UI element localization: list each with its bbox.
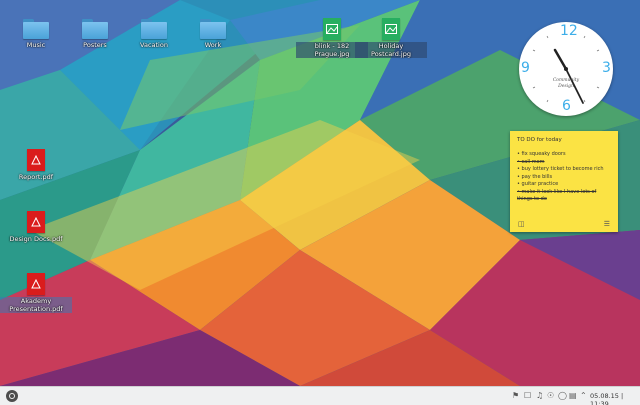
note-item: guitar practice bbox=[517, 181, 613, 189]
clock-hands bbox=[532, 35, 600, 104]
notifications-icon[interactable]: ⚑ bbox=[512, 391, 519, 401]
icon-label: Akademy Presentation.pdf bbox=[0, 297, 72, 313]
note-item: fix squeaky doors bbox=[517, 151, 613, 159]
pdf-file-icon bbox=[27, 273, 45, 295]
note-item: call mom bbox=[517, 159, 613, 167]
screen-icon[interactable]: ▤ bbox=[569, 391, 577, 401]
clipboard-icon[interactable]: ☐ bbox=[524, 391, 531, 401]
clock-brand: Community Design bbox=[552, 78, 580, 89]
pdf-file-icon bbox=[27, 149, 45, 171]
folder-icon bbox=[200, 19, 226, 39]
analog-clock-widget[interactable]: 12 3 6 9 Community Design bbox=[519, 22, 613, 116]
desktop: Music Posters Vacation Work blink - 182 … bbox=[0, 0, 640, 405]
digital-clock[interactable]: 05.08.15 | 11:39 bbox=[590, 392, 640, 405]
folder-icon bbox=[141, 19, 167, 39]
note-item: make it look like I have lots of things … bbox=[517, 189, 613, 204]
hour-hand bbox=[553, 48, 568, 71]
taskbar-panel: ⚑ ☐ ♫ ☉ ◯ ▤ ⌃ 05.08.15 | 11:39 bbox=[0, 386, 640, 405]
sticky-note-widget[interactable]: TO DO for today fix squeaky doors call m… bbox=[510, 131, 618, 232]
power-icon[interactable]: ◯ bbox=[558, 391, 567, 401]
folder-icon bbox=[82, 19, 108, 39]
image-file-icon bbox=[323, 18, 341, 40]
icon-label: Design Docs.pdf bbox=[9, 235, 63, 243]
icon-label: Report.pdf bbox=[18, 173, 54, 181]
icon-label: Work bbox=[204, 41, 222, 49]
application-launcher-icon[interactable] bbox=[6, 390, 18, 402]
tray-expand-icon[interactable]: ⌃ bbox=[580, 391, 587, 401]
image-file-icon bbox=[382, 18, 400, 40]
desktop-icon-design-docs-pdf[interactable]: Design Docs.pdf bbox=[0, 211, 72, 243]
note-item: pay the bills bbox=[517, 174, 613, 182]
note-item: buy lottery ticket to become rich bbox=[517, 166, 613, 174]
pdf-file-icon bbox=[27, 211, 45, 233]
icon-label: Holiday Postcard.jpg bbox=[355, 42, 427, 58]
note-format-icon[interactable]: ◫ bbox=[518, 220, 525, 228]
folder-icon bbox=[23, 19, 49, 39]
desktop-icon-holiday-postcard[interactable]: Holiday Postcard.jpg bbox=[355, 18, 427, 58]
network-icon[interactable]: ☉ bbox=[547, 391, 554, 401]
note-settings-icon[interactable]: ☰ bbox=[604, 220, 610, 228]
desktop-icon-report-pdf[interactable]: Report.pdf bbox=[0, 149, 72, 181]
desktop-icon-work[interactable]: Work bbox=[177, 19, 249, 49]
note-title: TO DO for today bbox=[517, 137, 562, 143]
note-list[interactable]: fix squeaky doors call mom buy lottery t… bbox=[517, 151, 613, 204]
volume-icon[interactable]: ♫ bbox=[536, 391, 543, 401]
desktop-icon-akademy-presentation-pdf[interactable]: Akademy Presentation.pdf bbox=[0, 273, 72, 313]
